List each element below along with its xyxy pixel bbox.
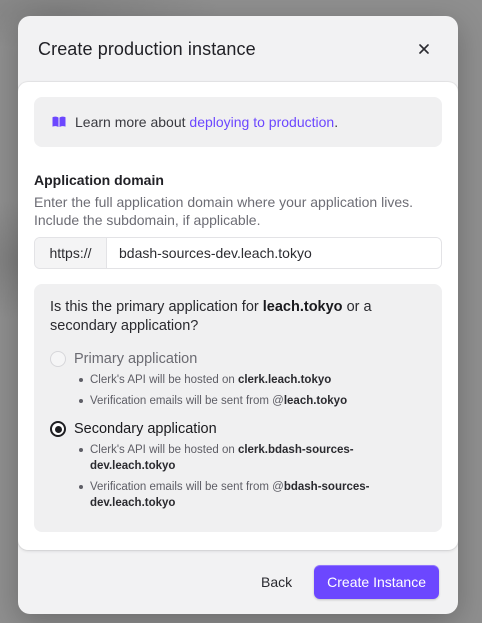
learn-more-text: Learn more about deploying to production… (75, 114, 338, 130)
back-button[interactable]: Back (261, 574, 292, 590)
bullet-text: Verification emails will be sent from @ (90, 395, 284, 407)
list-item: Clerk's API will be hosted on clerk.leac… (79, 372, 426, 388)
bullet-bold: clerk.leach.tokyo (237, 374, 332, 386)
primary-application-label: Primary application (74, 351, 198, 367)
application-domain-description: Enter the full application domain where … (34, 194, 413, 228)
secondary-application-label: Secondary application (74, 421, 217, 437)
question-prefix: Is this the primary application for (50, 299, 263, 315)
primary-application-radio[interactable] (50, 351, 66, 367)
bullet-text: Clerk's API will be hosted on (90, 374, 238, 386)
list-item: Clerk's API will be hosted on clerk.bdas… (79, 442, 426, 474)
deploying-to-production-link[interactable]: deploying to production (189, 114, 334, 130)
learn-more-banner: Learn more about deploying to production… (34, 97, 442, 147)
application-domain-label: Application domain (34, 172, 164, 188)
application-domain-input[interactable] (107, 238, 441, 268)
bullet-text: Verification emails will be sent from @ (90, 481, 284, 493)
application-domain-input-group: https:// (34, 237, 442, 269)
primary-application-radio-row[interactable]: Primary application (50, 351, 426, 367)
application-type-question: Is this the primary application for leac… (50, 298, 426, 336)
learn-more-prefix: Learn more about (75, 114, 190, 130)
secondary-application-details: Clerk's API will be hosted on clerk.bdas… (50, 442, 426, 511)
question-domain: leach.tokyo (262, 299, 343, 315)
close-button[interactable] (412, 37, 436, 61)
bullet-bold: leach.tokyo (283, 395, 348, 407)
book-open-icon (52, 116, 66, 128)
primary-application-details: Clerk's API will be hosted on clerk.leac… (50, 372, 426, 409)
dialog-footer: Back Create Instance (18, 550, 458, 614)
primary-application-option: Primary application Clerk's API will be … (50, 351, 426, 409)
secondary-application-option: Secondary application Clerk's API will b… (50, 421, 426, 511)
dialog-header: Create production instance (18, 16, 458, 82)
secondary-application-radio-row[interactable]: Secondary application (50, 421, 426, 437)
secondary-application-radio[interactable] (50, 421, 66, 437)
url-scheme-prefix: https:// (35, 238, 107, 268)
close-icon (419, 44, 429, 54)
list-item: Verification emails will be sent from @l… (79, 393, 426, 409)
create-instance-button[interactable]: Create Instance (314, 565, 439, 599)
learn-more-suffix: . (334, 114, 339, 130)
application-type-panel: Is this the primary application for leac… (34, 284, 442, 532)
dialog-title: Create production instance (38, 38, 256, 59)
dialog-body: Learn more about deploying to production… (18, 82, 458, 550)
list-item: Verification emails will be sent from @b… (79, 479, 426, 511)
create-instance-dialog: Create production instance Learn more ab… (18, 16, 458, 614)
bullet-text: Clerk's API will be hosted on (90, 444, 238, 456)
